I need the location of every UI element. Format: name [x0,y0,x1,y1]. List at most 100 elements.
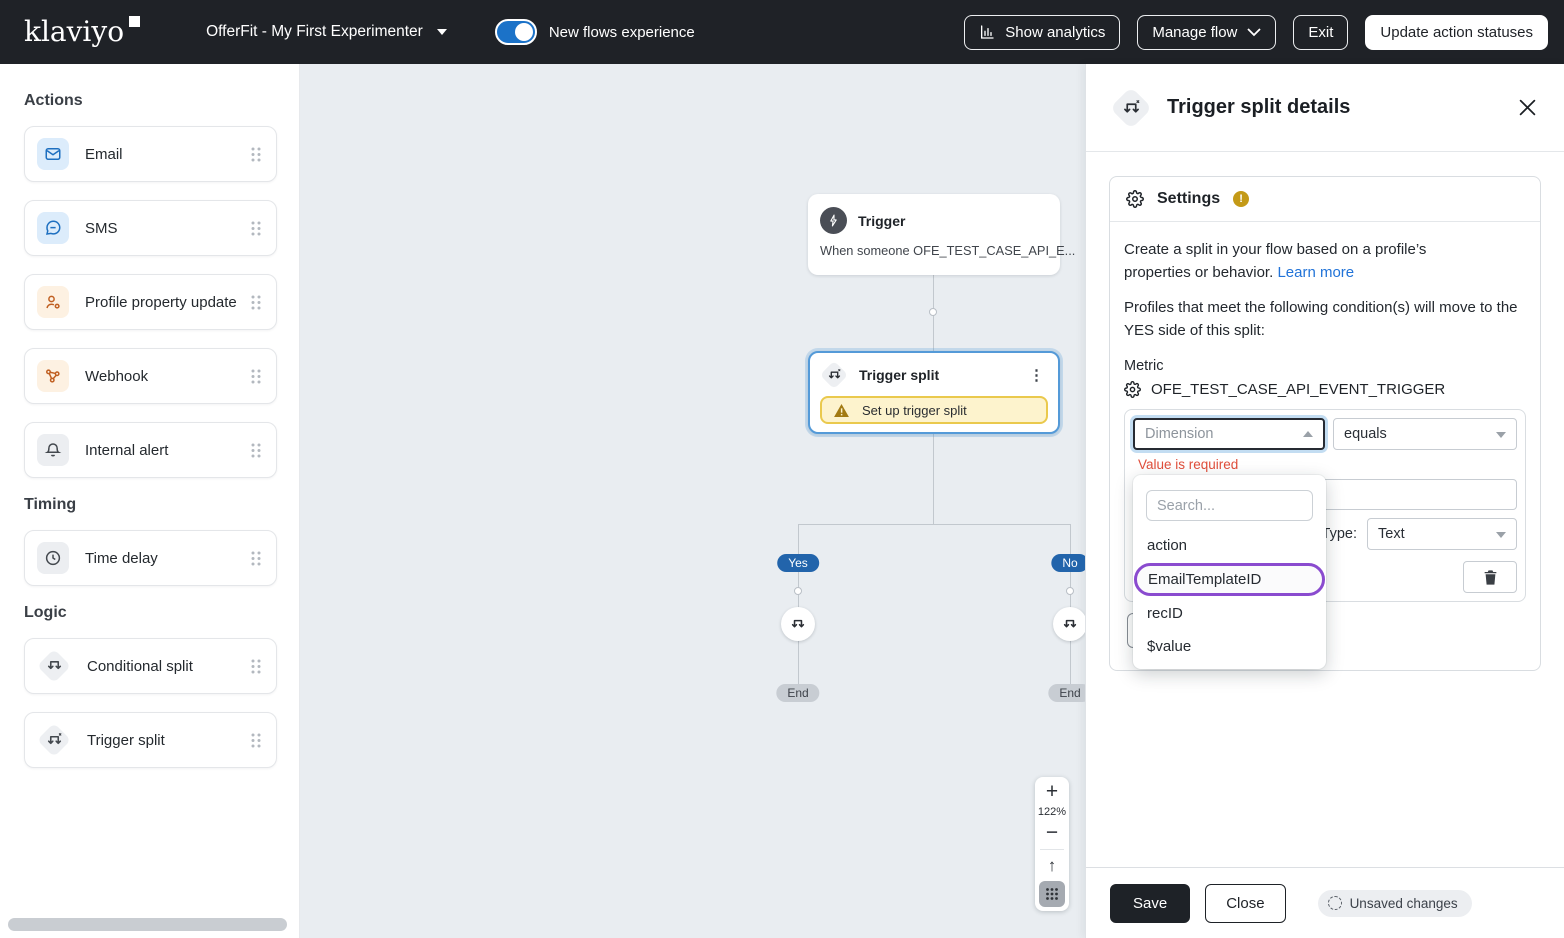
drag-handle-icon[interactable] [249,368,262,385]
trigger-node-description: When someone OFE_TEST_CASE_API_E... [820,243,1076,258]
type-select[interactable]: Text [1367,518,1517,550]
drag-handle-icon[interactable] [249,442,262,459]
scroll-to-top-button[interactable]: ↑ [1048,856,1057,876]
dropdown-search-input[interactable] [1146,490,1313,521]
sidebar-item-label: Email [85,145,123,163]
connector-line [798,524,799,684]
dropdown-option-value[interactable]: $value [1133,630,1326,663]
add-step-split-circle[interactable] [781,607,815,641]
manage-flow-button[interactable]: Manage flow [1137,14,1277,50]
canvas-zoom-controls: + 122% − ↑ [1035,777,1069,911]
sidebar-item-internal-alert[interactable]: Internal alert [24,422,277,478]
divider [1040,849,1064,850]
toggle-knob [514,23,533,41]
toggle-label: New flows experience [548,23,695,41]
setup-warning-chip[interactable]: Set up trigger split [820,396,1048,424]
flow-name-dropdown[interactable]: OfferFit - My First Experimenter [206,23,447,41]
top-navbar: klaviyo OfferFit - My First Experimenter… [0,0,1564,64]
operator-select[interactable]: equals [1333,418,1517,450]
close-icon[interactable] [1515,95,1540,120]
update-action-statuses-button[interactable]: Update action statuses [1365,14,1548,50]
type-value: Text [1378,526,1405,542]
sidebar-item-label: Internal alert [85,441,169,459]
trash-icon [1484,569,1497,585]
close-button[interactable]: Close [1205,883,1286,923]
drag-handle-icon[interactable] [249,658,262,675]
trigger-split-details-panel: Trigger split details Settings ! Create … [1085,64,1564,938]
trigger-node-title: Trigger [858,212,906,229]
manage-flow-label: Manage flow [1152,23,1238,41]
drag-handle-icon[interactable] [249,146,262,163]
sidebar-item-conditional-split[interactable]: Conditional split [24,638,277,694]
warning-badge-icon: ! [1233,191,1250,207]
setup-warning-label: Set up trigger split [862,402,967,418]
sidebar-item-sms[interactable]: SMS [24,200,277,256]
flow-canvas[interactable]: Trigger When someone OFE_TEST_CASE_API_E… [300,64,1085,938]
chevron-down-icon [436,29,447,40]
sidebar-item-label: Profile property update [85,293,237,311]
trigger-split-node-title: Trigger split [859,367,940,383]
dimension-select[interactable]: Dimension [1133,418,1325,450]
exit-button[interactable]: Exit [1293,14,1349,50]
trigger-node[interactable]: Trigger When someone OFE_TEST_CASE_API_E… [808,194,1076,275]
metric-label: Metric [1124,358,1164,374]
panel-title: Trigger split details [1167,96,1351,118]
grid-view-button[interactable] [1039,881,1065,907]
sidebar-item-label: Trigger split [87,731,165,749]
section-title-actions: Actions [24,92,83,109]
condition-intro-text: Profiles that meet the following conditi… [1124,299,1518,339]
description-text: Create a split in your flow based on a p… [1124,241,1427,281]
learn-more-link[interactable]: Learn more [1277,264,1354,281]
chevron-down-icon [1496,531,1506,543]
save-button[interactable]: Save [1110,883,1191,923]
sidebar-item-label: Webhook [85,367,149,385]
connector-line [933,434,934,524]
add-step-split-circle[interactable] [1053,607,1085,641]
connector-line [798,524,1071,525]
zoom-in-button[interactable]: + [1046,781,1058,803]
webhook-icon [37,360,69,392]
operator-value: equals [1344,426,1387,442]
show-analytics-label: Show analytics [1005,23,1106,41]
trigger-split-icon [1110,87,1152,129]
chevron-up-icon [1303,426,1313,437]
condition-box: Dimension equals Value is required Type: [1124,409,1526,669]
dropdown-option-recid[interactable]: recID [1133,597,1326,630]
dropdown-option-emailtemplateid[interactable]: EmailTemplateID [1134,563,1325,596]
dropdown-option-action[interactable]: action [1133,529,1326,562]
pending-spinner-icon [1327,896,1342,910]
dimension-dropdown: action EmailTemplateID recID $value [1133,475,1326,669]
trigger-split-node[interactable]: Trigger split ⋮ Set up trigger split [808,351,1060,434]
sidebar-item-email[interactable]: Email [24,126,277,182]
sidebar-item-webhook[interactable]: Webhook [24,348,277,404]
klaviyo-logo: klaviyo [24,16,141,46]
zoom-out-button[interactable]: − [1046,822,1058,844]
connector-line [1070,524,1071,684]
delete-condition-button[interactable] [1463,561,1517,593]
metric-value: OFE_TEST_CASE_API_EVENT_TRIGGER [1151,381,1446,398]
drag-handle-icon[interactable] [249,550,262,567]
chevron-down-icon [1247,27,1262,37]
kebab-menu-icon[interactable]: ⋮ [1025,366,1048,384]
sidebar-item-time-delay[interactable]: Time delay [24,530,277,586]
connector-dot [1066,587,1074,595]
sidebar-scrollbar[interactable] [8,918,287,931]
chevron-down-icon [1496,431,1506,443]
drag-handle-icon[interactable] [249,732,262,749]
sidebar-item-label: Time delay [85,549,158,567]
gear-icon [1126,190,1144,208]
yes-branch-pill: Yes [777,554,819,572]
drag-handle-icon[interactable] [249,294,262,311]
sidebar-item-trigger-split[interactable]: Trigger split [24,712,277,768]
sidebar-item-profile-property-update[interactable]: Profile property update [24,274,277,330]
conditional-split-icon [37,649,71,683]
drag-handle-icon[interactable] [249,220,262,237]
validation-error: Value is required [1138,457,1239,472]
new-flows-toggle[interactable] [494,19,537,45]
dimension-placeholder: Dimension [1145,426,1214,442]
flow-name-label: OfferFit - My First Experimenter [206,23,423,40]
section-title-timing: Timing [24,496,77,513]
profile-icon [37,286,69,318]
show-analytics-button[interactable]: Show analytics [964,14,1121,50]
settings-heading: Settings [1157,190,1221,207]
